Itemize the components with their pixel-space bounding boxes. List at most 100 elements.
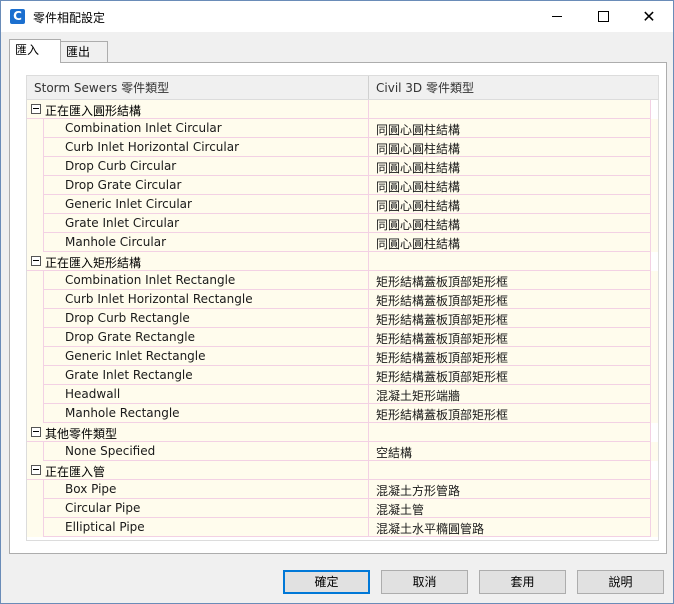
help-button[interactable]: 說明 bbox=[577, 570, 664, 594]
minimize-button[interactable] bbox=[534, 1, 580, 32]
table-row[interactable]: Curb Inlet Horizontal Rectangle 矩形結構蓋板頂部矩… bbox=[27, 290, 658, 309]
table-row[interactable]: Manhole Rectangle 矩形結構蓋板頂部矩形框 bbox=[27, 404, 658, 423]
collapse-icon[interactable] bbox=[31, 427, 41, 437]
cancel-button[interactable]: 取消 bbox=[381, 570, 468, 594]
civil3d-part-cell[interactable]: 空結構 bbox=[368, 442, 651, 461]
group-name-cell: 其他零件類型 bbox=[27, 423, 368, 442]
table-row[interactable]: Circular Pipe 混凝土管 bbox=[27, 499, 658, 518]
close-icon: ✕ bbox=[642, 7, 656, 26]
group-name-cell: 正在匯入圓形結構 bbox=[27, 100, 368, 119]
apply-button[interactable]: 套用 bbox=[479, 570, 566, 594]
storm-sewers-part-type: Headwall bbox=[65, 387, 121, 401]
table-row[interactable]: Box Pipe 混凝土方形管路 bbox=[27, 480, 658, 499]
storm-sewers-part-cell: Drop Curb Circular bbox=[43, 157, 369, 176]
table-row[interactable]: Elliptical Pipe 混凝土水平橢圓管路 bbox=[27, 518, 658, 537]
collapse-icon[interactable] bbox=[31, 465, 41, 475]
table-row[interactable]: Grate Inlet Rectangle 矩形結構蓋板頂部矩形框 bbox=[27, 366, 658, 385]
table-row[interactable]: Drop Grate Rectangle 矩形結構蓋板頂部矩形框 bbox=[27, 328, 658, 347]
table-row[interactable]: Drop Grate Circular 同圓心圓柱結構 bbox=[27, 176, 658, 195]
column-header-storm-sewers[interactable]: Storm Sewers 零件類型 bbox=[34, 76, 169, 99]
storm-sewers-part-cell: Drop Grate Circular bbox=[43, 176, 369, 195]
civil3d-part-type: 空結構 bbox=[376, 446, 413, 460]
table-row[interactable]: Drop Curb Rectangle 矩形結構蓋板頂部矩形框 bbox=[27, 309, 658, 328]
table-row[interactable]: Combination Inlet Circular 同圓心圓柱結構 bbox=[27, 119, 658, 138]
collapse-icon[interactable] bbox=[31, 256, 41, 266]
tab-export[interactable]: 匯出 bbox=[60, 41, 108, 62]
table-row[interactable]: Curb Inlet Horizontal Circular 同圓心圓柱結構 bbox=[27, 138, 658, 157]
storm-sewers-part-type: Manhole Rectangle bbox=[65, 406, 180, 420]
title-bar[interactable]: C 零件相配設定 ✕ bbox=[1, 1, 673, 32]
civil3d-part-cell[interactable]: 矩形結構蓋板頂部矩形框 bbox=[368, 271, 651, 290]
civil3d-part-cell[interactable]: 混凝土方形管路 bbox=[368, 480, 651, 499]
storm-sewers-part-type: Drop Grate Circular bbox=[65, 178, 182, 192]
civil3d-part-type: 矩形結構蓋板頂部矩形框 bbox=[376, 313, 509, 327]
storm-sewers-part-type: Circular Pipe bbox=[65, 501, 141, 515]
column-divider[interactable] bbox=[368, 76, 369, 99]
civil3d-part-cell[interactable]: 矩形結構蓋板頂部矩形框 bbox=[368, 309, 651, 328]
group-row[interactable]: 正在匯入管 bbox=[27, 461, 658, 480]
table-row[interactable]: Generic Inlet Circular 同圓心圓柱結構 bbox=[27, 195, 658, 214]
civil3d-part-type: 混凝土矩形端牆 bbox=[376, 389, 461, 403]
table-row[interactable]: None Specified 空結構 bbox=[27, 442, 658, 461]
civil3d-part-type: 同圓心圓柱結構 bbox=[376, 218, 461, 232]
civil3d-part-type: 矩形結構蓋板頂部矩形框 bbox=[376, 408, 509, 422]
window-title: 零件相配設定 bbox=[33, 11, 106, 25]
table-row[interactable]: Headwall 混凝土矩形端牆 bbox=[27, 385, 658, 404]
column-header-civil3d[interactable]: Civil 3D 零件類型 bbox=[376, 76, 474, 99]
close-button[interactable]: ✕ bbox=[626, 1, 672, 32]
collapse-icon[interactable] bbox=[31, 104, 41, 114]
storm-sewers-part-cell: Generic Inlet Circular bbox=[43, 195, 369, 214]
table-row[interactable]: Generic Inlet Rectangle 矩形結構蓋板頂部矩形框 bbox=[27, 347, 658, 366]
civil3d-part-cell[interactable]: 同圓心圓柱結構 bbox=[368, 119, 651, 138]
civil3d-part-cell[interactable]: 同圓心圓柱結構 bbox=[368, 176, 651, 195]
group-label: 正在匯入管 bbox=[45, 465, 106, 479]
tab-import[interactable]: 匯入 bbox=[9, 39, 61, 63]
table-row[interactable]: Grate Inlet Circular 同圓心圓柱結構 bbox=[27, 214, 658, 233]
storm-sewers-part-type: Grate Inlet Circular bbox=[65, 216, 180, 230]
civil3d-part-cell[interactable]: 同圓心圓柱結構 bbox=[368, 138, 651, 157]
storm-sewers-part-type: Combination Inlet Rectangle bbox=[65, 273, 236, 287]
group-row[interactable]: 其他零件類型 bbox=[27, 423, 658, 442]
civil3d-part-cell[interactable]: 矩形結構蓋板頂部矩形框 bbox=[368, 328, 651, 347]
civil3d-part-cell[interactable]: 混凝土管 bbox=[368, 499, 651, 518]
table-row[interactable]: Manhole Circular 同圓心圓柱結構 bbox=[27, 233, 658, 252]
storm-sewers-part-type: Combination Inlet Circular bbox=[65, 121, 222, 135]
maximize-button[interactable] bbox=[580, 1, 626, 32]
group-label: 正在匯入圓形結構 bbox=[45, 104, 142, 118]
table-row[interactable]: Drop Curb Circular 同圓心圓柱結構 bbox=[27, 157, 658, 176]
grid-header: Storm Sewers 零件類型 Civil 3D 零件類型 bbox=[27, 76, 658, 100]
group-name-cell: 正在匯入矩形結構 bbox=[27, 252, 368, 271]
ok-button[interactable]: 確定 bbox=[283, 570, 370, 594]
civil3d-app-icon: C bbox=[10, 9, 25, 24]
storm-sewers-part-type: Elliptical Pipe bbox=[65, 520, 145, 534]
civil3d-part-type: 混凝土方形管路 bbox=[376, 484, 461, 498]
civil3d-part-type: 矩形結構蓋板頂部矩形框 bbox=[376, 275, 509, 289]
part-matching-grid: Storm Sewers 零件類型 Civil 3D 零件類型 正在匯入圓形結構… bbox=[26, 75, 659, 541]
civil3d-part-type: 混凝土水平橢圓管路 bbox=[376, 522, 485, 536]
civil3d-part-cell[interactable]: 同圓心圓柱結構 bbox=[368, 195, 651, 214]
civil3d-part-cell[interactable]: 矩形結構蓋板頂部矩形框 bbox=[368, 404, 651, 423]
civil3d-part-cell[interactable]: 矩形結構蓋板頂部矩形框 bbox=[368, 290, 651, 309]
civil3d-part-cell[interactable]: 混凝土矩形端牆 bbox=[368, 385, 651, 404]
civil3d-part-cell[interactable]: 同圓心圓柱結構 bbox=[368, 157, 651, 176]
storm-sewers-part-type: Drop Grate Rectangle bbox=[65, 330, 195, 344]
group-label: 正在匯入矩形結構 bbox=[45, 256, 142, 270]
group-value-cell bbox=[368, 461, 651, 480]
table-row[interactable]: Combination Inlet Rectangle 矩形結構蓋板頂部矩形框 bbox=[27, 271, 658, 290]
group-row[interactable]: 正在匯入矩形結構 bbox=[27, 252, 658, 271]
civil3d-part-cell[interactable]: 同圓心圓柱結構 bbox=[368, 233, 651, 252]
civil3d-part-cell[interactable]: 矩形結構蓋板頂部矩形框 bbox=[368, 347, 651, 366]
minimize-icon bbox=[552, 16, 562, 17]
storm-sewers-part-cell: Manhole Circular bbox=[43, 233, 369, 252]
civil3d-part-cell[interactable]: 矩形結構蓋板頂部矩形框 bbox=[368, 366, 651, 385]
group-value-cell bbox=[368, 252, 651, 271]
storm-sewers-part-cell: Grate Inlet Circular bbox=[43, 214, 369, 233]
storm-sewers-part-type: Generic Inlet Circular bbox=[65, 197, 192, 211]
storm-sewers-part-type: Grate Inlet Rectangle bbox=[65, 368, 193, 382]
grid-rows: 正在匯入圓形結構 Combination Inlet Circular 同圓心圓柱結… bbox=[27, 100, 658, 537]
civil3d-part-cell[interactable]: 同圓心圓柱結構 bbox=[368, 214, 651, 233]
group-row[interactable]: 正在匯入圓形結構 bbox=[27, 100, 658, 119]
storm-sewers-part-cell: Grate Inlet Rectangle bbox=[43, 366, 369, 385]
civil3d-part-cell[interactable]: 混凝土水平橢圓管路 bbox=[368, 518, 651, 537]
civil3d-part-type: 矩形結構蓋板頂部矩形框 bbox=[376, 351, 509, 365]
